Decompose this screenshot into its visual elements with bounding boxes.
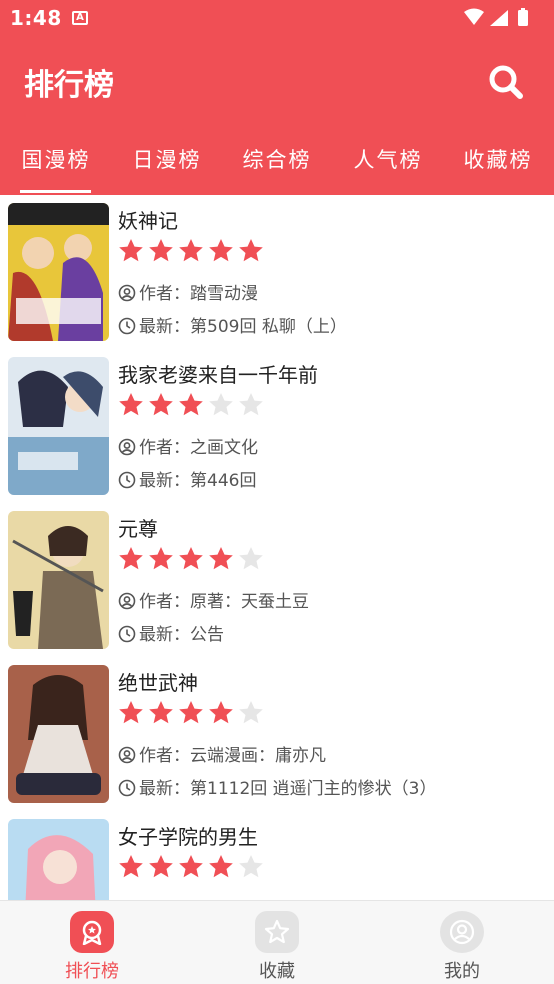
comic-title: 元尊 [118, 517, 158, 541]
nav-favorites[interactable]: 收藏 [222, 911, 332, 983]
signal-icon [490, 10, 508, 26]
star-icon [179, 393, 203, 416]
nav-label-mine: 我的 [444, 961, 480, 982]
star-icon [239, 855, 263, 878]
star-icon [149, 547, 173, 570]
star-icon [239, 239, 263, 262]
comic-item[interactable]: 妖神记 作者：踏雪动漫 最新：第509回 私聊（上） [0, 195, 554, 349]
clock-icon [118, 471, 136, 489]
rating-stars [116, 699, 266, 725]
star-icon [255, 911, 299, 953]
comic-title: 我家老婆来自一千年前 [118, 363, 318, 387]
tab-guoman[interactable]: 国漫榜 [6, 144, 106, 184]
star-icon [119, 855, 143, 878]
nav-mine[interactable]: 我的 [407, 911, 517, 983]
comic-latest: 最新：第509回 私聊（上） [118, 312, 347, 337]
clock-icon [118, 317, 136, 335]
clock-icon [118, 625, 136, 643]
star-icon [149, 701, 173, 724]
star-icon [239, 547, 263, 570]
clock-icon [118, 779, 136, 797]
comic-author: 作者：原著：天蚕土豆 [118, 587, 309, 612]
user-icon [118, 284, 136, 302]
comic-cover-image [8, 819, 109, 900]
author-text: 作者：云端漫画：庸亦凡 [139, 746, 326, 766]
battery-icon [518, 10, 528, 26]
status-bar: 1:48 A [0, 0, 554, 36]
search-icon[interactable] [486, 62, 526, 102]
star-icon [239, 701, 263, 724]
comic-cover-image [8, 665, 109, 803]
ranking-icon [70, 911, 114, 953]
star-icon [119, 239, 143, 262]
latest-text: 最新：第1112回 逍遥门主的惨状（3） [139, 779, 437, 799]
tab-indicator [20, 190, 91, 193]
user-icon [440, 911, 484, 953]
comic-latest: 最新：第446回 [118, 466, 256, 491]
rating-stars [116, 391, 266, 417]
comic-author: 作者：踏雪动漫 [118, 279, 258, 304]
tab-shoucang[interactable]: 收藏榜 [448, 144, 548, 184]
star-icon [149, 855, 173, 878]
app-bar: 排行榜 [0, 36, 554, 126]
star-icon [149, 393, 173, 416]
latest-text: 最新：第509回 私聊（上） [139, 317, 347, 337]
comic-cover-image [8, 511, 109, 649]
comic-author: 作者：之画文化 [118, 433, 258, 458]
comic-cover-image [8, 357, 109, 495]
comic-list: 妖神记 作者：踏雪动漫 最新：第509回 私聊（上） 我家老婆来自一千年前 作者… [0, 195, 554, 900]
comic-item[interactable]: 绝世武神 作者：云端漫画：庸亦凡 最新：第1112回 逍遥门主的惨状（3） [0, 657, 554, 811]
tab-zonghe[interactable]: 综合榜 [227, 144, 327, 184]
page-title: 排行榜 [24, 68, 114, 103]
tab-renqi[interactable]: 人气榜 [338, 144, 438, 184]
wifi-icon [464, 8, 484, 25]
status-icons [464, 8, 528, 26]
star-icon [209, 239, 233, 262]
star-icon [209, 393, 233, 416]
status-time: 1:48 [10, 6, 62, 30]
star-icon [209, 701, 233, 724]
rating-stars [116, 545, 266, 571]
rating-stars [116, 237, 266, 263]
comic-title: 女子学院的男生 [118, 825, 258, 849]
comic-latest: 最新：第1112回 逍遥门主的惨状（3） [118, 774, 436, 799]
user-icon [118, 592, 136, 610]
comic-item[interactable]: 我家老婆来自一千年前 作者：之画文化 最新：第446回 [0, 349, 554, 503]
star-icon [179, 855, 203, 878]
star-icon [119, 701, 143, 724]
author-text: 作者：之画文化 [139, 438, 258, 458]
comic-author: 作者：云端漫画：庸亦凡 [118, 741, 326, 766]
nav-label-favorites: 收藏 [259, 961, 295, 982]
bottom-nav: 排行榜 收藏 我的 [0, 900, 554, 984]
star-icon [179, 239, 203, 262]
nav-ranking[interactable]: 排行榜 [37, 911, 147, 983]
star-icon [179, 547, 203, 570]
tab-riman[interactable]: 日漫榜 [117, 144, 217, 184]
category-tabs: 国漫榜 日漫榜 综合榜 人气榜 收藏榜 [0, 126, 554, 195]
star-icon [149, 239, 173, 262]
author-text: 作者：原著：天蚕土豆 [139, 592, 309, 612]
star-icon [209, 855, 233, 878]
comic-title: 妖神记 [118, 209, 178, 233]
latest-text: 最新：第446回 [139, 471, 257, 491]
comic-cover-image [8, 203, 109, 341]
comic-item[interactable]: 女子学院的男生 [0, 811, 554, 900]
star-icon [119, 547, 143, 570]
star-icon [209, 547, 233, 570]
user-icon [118, 746, 136, 764]
rating-stars [116, 853, 266, 879]
author-text: 作者：踏雪动漫 [139, 284, 258, 304]
nav-label-ranking: 排行榜 [65, 961, 119, 982]
comic-item[interactable]: 元尊 作者：原著：天蚕土豆 最新：公告 [0, 503, 554, 657]
comic-title: 绝世武神 [118, 671, 198, 695]
latest-text: 最新：公告 [139, 625, 224, 645]
star-icon [119, 393, 143, 416]
user-icon [118, 438, 136, 456]
star-icon [179, 701, 203, 724]
notification-icon: A [72, 11, 88, 25]
comic-latest: 最新：公告 [118, 620, 224, 645]
star-icon [239, 393, 263, 416]
